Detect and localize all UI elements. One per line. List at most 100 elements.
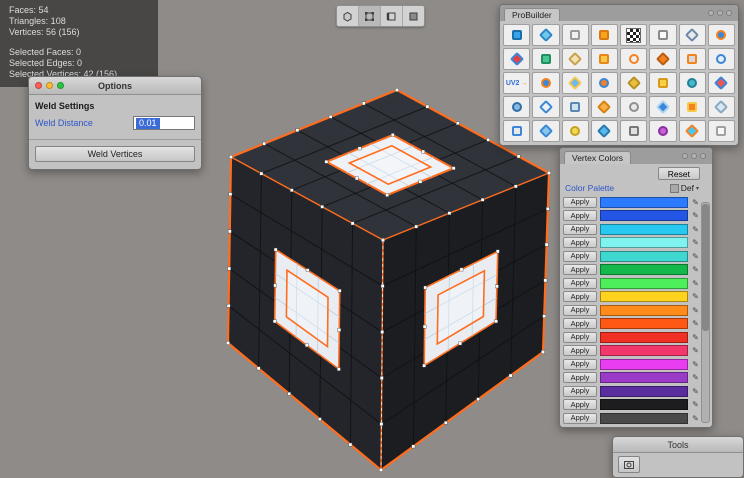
apply-button[interactable]: Apply xyxy=(563,251,597,262)
apply-button[interactable]: Apply xyxy=(563,278,597,289)
tool-icon-18[interactable] xyxy=(532,72,559,94)
eyedropper-icon[interactable]: ✎ xyxy=(691,252,700,261)
color-swatch[interactable] xyxy=(600,210,688,221)
color-swatch[interactable] xyxy=(600,332,688,343)
scrollbar[interactable] xyxy=(701,202,710,423)
eyedropper-icon[interactable]: ✎ xyxy=(691,238,700,247)
apply-button[interactable]: Apply xyxy=(563,318,597,329)
color-swatch[interactable] xyxy=(600,278,688,289)
tool-icon-15[interactable] xyxy=(679,48,706,70)
color-swatch[interactable] xyxy=(600,237,688,248)
eyedropper-icon[interactable]: ✎ xyxy=(691,319,700,328)
apply-button[interactable]: Apply xyxy=(563,359,597,370)
weld-vertices-button[interactable]: Weld Vertices xyxy=(35,146,195,162)
tool-icon-23[interactable] xyxy=(679,72,706,94)
tool-icon-3[interactable] xyxy=(562,24,589,46)
window-control-dot[interactable] xyxy=(700,153,706,159)
tool-icon-37[interactable] xyxy=(620,120,647,142)
color-swatch[interactable] xyxy=(600,291,688,302)
tool-icon-25[interactable] xyxy=(503,96,530,118)
color-swatch[interactable] xyxy=(600,264,688,275)
tool-icon-40[interactable] xyxy=(708,120,735,142)
tool-icon-33[interactable] xyxy=(503,120,530,142)
tool-icon-34[interactable] xyxy=(532,120,559,142)
tool-icon-11[interactable] xyxy=(562,48,589,70)
eyedropper-icon[interactable]: ✎ xyxy=(691,279,700,288)
tool-icon-9[interactable] xyxy=(503,48,530,70)
color-swatch[interactable] xyxy=(600,399,688,410)
color-swatch[interactable] xyxy=(600,197,688,208)
reset-button[interactable]: Reset xyxy=(658,167,700,180)
vertex-colors-tab[interactable]: Vertex Colors xyxy=(564,151,631,164)
apply-button[interactable]: Apply xyxy=(563,345,597,356)
close-icon[interactable] xyxy=(35,82,42,89)
probuilder-tab[interactable]: ProBuilder xyxy=(504,8,560,21)
weld-distance-input[interactable]: 0.01 xyxy=(133,116,195,130)
eyedropper-icon[interactable]: ✎ xyxy=(691,211,700,220)
apply-button[interactable]: Apply xyxy=(563,413,597,424)
window-control-dot[interactable] xyxy=(717,10,723,16)
tool-icon-20[interactable] xyxy=(591,72,618,94)
tool-icon-24[interactable] xyxy=(708,72,735,94)
eyedropper-icon[interactable]: ✎ xyxy=(691,306,700,315)
eyedropper-icon[interactable]: ✎ xyxy=(691,400,700,409)
window-control-dot[interactable] xyxy=(726,10,732,16)
maximize-icon[interactable] xyxy=(57,82,64,89)
eyedropper-icon[interactable]: ✎ xyxy=(691,387,700,396)
color-swatch[interactable] xyxy=(600,305,688,316)
color-swatch[interactable] xyxy=(600,251,688,262)
face-mode-button[interactable] xyxy=(403,6,424,26)
eyedropper-icon[interactable]: ✎ xyxy=(691,333,700,342)
color-swatch[interactable] xyxy=(600,372,688,383)
apply-button[interactable]: Apply xyxy=(563,237,597,248)
apply-button[interactable]: Apply xyxy=(563,399,597,410)
eyedropper-icon[interactable]: ✎ xyxy=(691,373,700,382)
apply-button[interactable]: Apply xyxy=(563,291,597,302)
tool-icon-22[interactable] xyxy=(649,72,676,94)
eyedropper-icon[interactable]: ✎ xyxy=(691,265,700,274)
minimize-icon[interactable] xyxy=(46,82,53,89)
color-swatch[interactable] xyxy=(600,359,688,370)
object-mode-button[interactable] xyxy=(337,6,359,26)
edge-mode-button[interactable] xyxy=(381,6,403,26)
eyedropper-icon[interactable]: ✎ xyxy=(691,414,700,423)
tool-icon-31[interactable] xyxy=(679,96,706,118)
tool-icon-13[interactable] xyxy=(620,48,647,70)
tools-snap-button[interactable] xyxy=(618,456,640,473)
eyedropper-icon[interactable]: ✎ xyxy=(691,292,700,301)
tool-icon-7[interactable] xyxy=(679,24,706,46)
apply-button[interactable]: Apply xyxy=(563,197,597,208)
window-control-dot[interactable] xyxy=(708,10,714,16)
apply-button[interactable]: Apply xyxy=(563,332,597,343)
tool-icon-38[interactable] xyxy=(649,120,676,142)
tool-icon-27[interactable] xyxy=(562,96,589,118)
tool-icon-28[interactable] xyxy=(591,96,618,118)
tool-icon-36[interactable] xyxy=(591,120,618,142)
palette-preset-dropdown[interactable]: Def ▾ xyxy=(670,183,699,193)
vertex-mode-button[interactable] xyxy=(359,6,381,26)
tool-icon-5[interactable] xyxy=(620,24,647,46)
apply-button[interactable]: Apply xyxy=(563,372,597,383)
tool-icon-12[interactable] xyxy=(591,48,618,70)
color-swatch[interactable] xyxy=(600,318,688,329)
tool-icon-4[interactable] xyxy=(591,24,618,46)
tool-icon-2[interactable] xyxy=(532,24,559,46)
tool-icon-6[interactable] xyxy=(649,24,676,46)
tool-icon-17[interactable]: UV2→ xyxy=(503,72,530,94)
apply-button[interactable]: Apply xyxy=(563,264,597,275)
tool-icon-35[interactable] xyxy=(562,120,589,142)
tool-icon-19[interactable] xyxy=(562,72,589,94)
tool-icon-14[interactable] xyxy=(649,48,676,70)
scrollbar-thumb[interactable] xyxy=(702,204,709,331)
tool-icon-10[interactable] xyxy=(532,48,559,70)
eyedropper-icon[interactable]: ✎ xyxy=(691,346,700,355)
tool-icon-29[interactable] xyxy=(620,96,647,118)
window-control-dot[interactable] xyxy=(682,153,688,159)
apply-button[interactable]: Apply xyxy=(563,305,597,316)
color-swatch[interactable] xyxy=(600,386,688,397)
tool-icon-26[interactable] xyxy=(532,96,559,118)
window-control-dot[interactable] xyxy=(691,153,697,159)
color-swatch[interactable] xyxy=(600,345,688,356)
eyedropper-icon[interactable]: ✎ xyxy=(691,225,700,234)
tool-icon-21[interactable] xyxy=(620,72,647,94)
